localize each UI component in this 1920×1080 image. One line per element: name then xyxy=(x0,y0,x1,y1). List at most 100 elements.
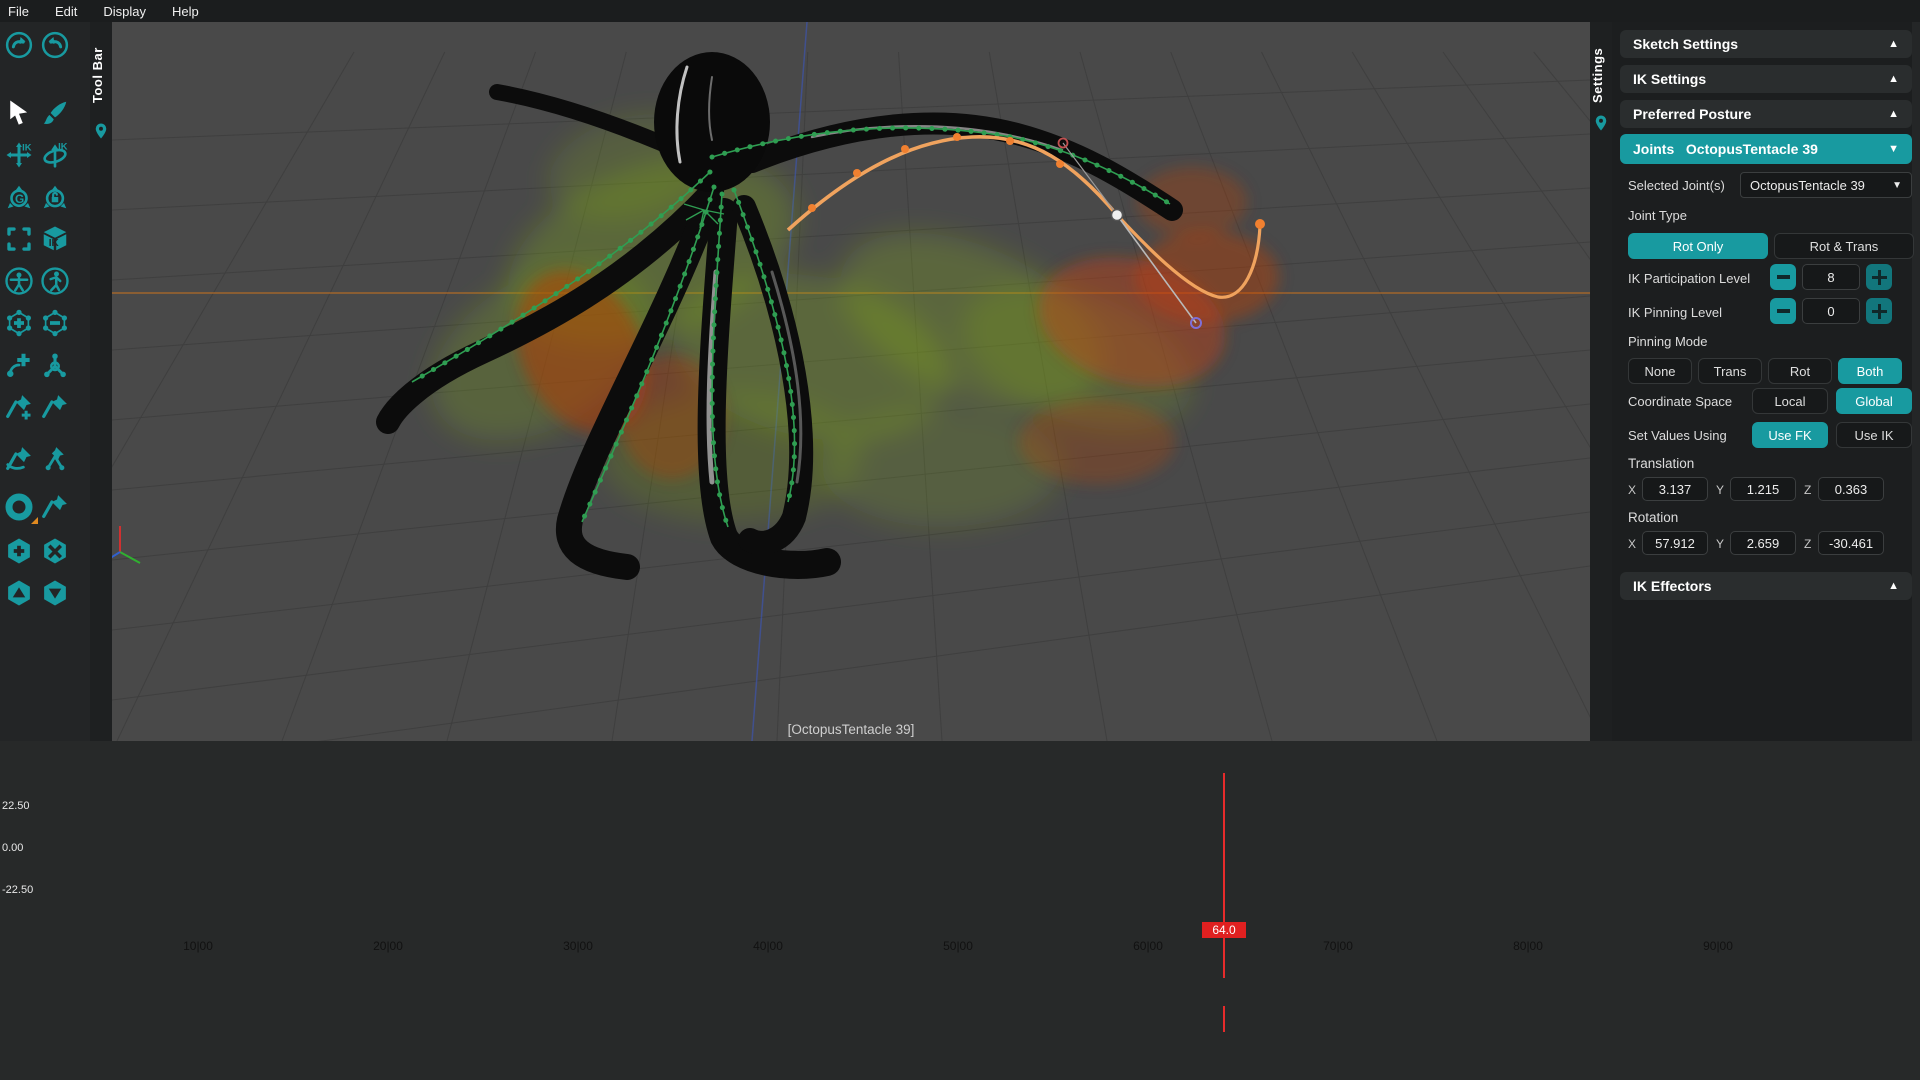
rotation-y-field[interactable]: 2.659 xyxy=(1730,531,1796,555)
playhead-line[interactable] xyxy=(1223,773,1225,978)
chain-add-icon xyxy=(4,308,34,338)
flyout-arrow-icon xyxy=(31,517,38,524)
pinning-mode-both[interactable]: Both xyxy=(1838,358,1902,384)
pinning-mode-label: Pinning Mode xyxy=(1628,334,1708,349)
tool-frame-select-button[interactable] xyxy=(2,222,36,256)
curve-y-tick-label: 0.00 xyxy=(2,842,23,854)
tool-pin-button[interactable] xyxy=(38,390,72,424)
tool-pin-sweep-button[interactable] xyxy=(2,442,36,476)
rotation-axis-y: Y xyxy=(1716,537,1724,551)
settings-tab-strip[interactable]: Settings xyxy=(1590,22,1612,741)
lock-ref-icon xyxy=(40,182,70,212)
tool-ik-rotate-button[interactable]: IK xyxy=(38,138,72,172)
select-cursor-icon xyxy=(4,98,34,128)
menu-item-help[interactable]: Help xyxy=(172,4,199,19)
translation-axis-y: Y xyxy=(1716,483,1724,497)
tool-select-cursor-button[interactable] xyxy=(2,96,36,130)
translation-z-field[interactable]: 0.363 xyxy=(1818,477,1884,501)
tool-hex-down-button[interactable] xyxy=(38,576,72,610)
tool-redo-button[interactable] xyxy=(38,28,72,62)
pinning-mode-trans[interactable]: Trans xyxy=(1698,358,1762,384)
tool-pin-joint-button[interactable] xyxy=(38,442,72,476)
panel-scrollbar[interactable] xyxy=(1912,22,1920,741)
tool-ik-cube-button[interactable]: IK xyxy=(38,222,72,256)
rotation-label: Rotation xyxy=(1628,510,1678,525)
tool-chain-add-button[interactable] xyxy=(2,306,36,340)
ik-participation-plus-button[interactable] xyxy=(1866,264,1892,290)
pin-joint-icon xyxy=(40,444,70,474)
tool-brush-button[interactable] xyxy=(38,96,72,130)
tool-lock-ref-button[interactable] xyxy=(38,180,72,214)
ik-effector-handle[interactable] xyxy=(1112,210,1123,221)
pin-icon xyxy=(40,392,70,422)
coordinate-space-local[interactable]: Local xyxy=(1752,388,1828,414)
collapse-icon[interactable]: ▲ xyxy=(1888,108,1899,120)
translation-y-field[interactable]: 1.215 xyxy=(1730,477,1796,501)
ik-pinning-value[interactable]: 0 xyxy=(1802,298,1860,324)
rotation-axis-z: Z xyxy=(1804,537,1811,551)
section-ik-settings[interactable]: IK Settings ▲ xyxy=(1620,65,1912,93)
tool-pin-add-button[interactable] xyxy=(2,390,36,424)
viewport-scene[interactable] xyxy=(112,22,1590,741)
coordinate-space-global[interactable]: Global xyxy=(1836,388,1912,414)
joint-type-rot-only[interactable]: Rot Only xyxy=(1628,233,1768,259)
settings-panel: Sketch Settings ▲ IK Settings ▲ Preferre… xyxy=(1612,22,1920,741)
svg-text:IK: IK xyxy=(49,238,60,249)
tool-undo-button[interactable] xyxy=(2,28,36,62)
toolbar-tab-label: Tool Bar xyxy=(90,30,112,120)
rotation-x-field[interactable]: 57.912 xyxy=(1642,531,1708,555)
collapse-icon[interactable]: ▲ xyxy=(1888,73,1899,85)
tool-character-tpose-button[interactable] xyxy=(2,264,36,298)
selected-joint-label: Selected Joint(s) xyxy=(1628,178,1725,193)
joint-type-rot-trans[interactable]: Rot & Trans xyxy=(1774,233,1914,259)
tool-joint-y-button[interactable] xyxy=(38,348,72,382)
toolbar-tab-strip[interactable]: Tool Bar xyxy=(90,22,112,741)
tool-ring-select-button[interactable] xyxy=(2,490,36,524)
menu-item-edit[interactable]: Edit xyxy=(55,4,77,19)
tool-character-pose-button[interactable] xyxy=(38,264,72,298)
ik-participation-minus-button[interactable] xyxy=(1770,264,1796,290)
section-sketch-settings[interactable]: Sketch Settings ▲ xyxy=(1620,30,1912,58)
pinning-mode-none[interactable]: None xyxy=(1628,358,1692,384)
collapse-icon[interactable]: ▲ xyxy=(1888,580,1899,592)
tool-ik-translate-button[interactable]: IK xyxy=(2,138,36,172)
viewport-3d[interactable]: [OctopusTentacle 39] xyxy=(112,22,1590,741)
hex-down-icon xyxy=(40,578,70,608)
tool-hex-up-button[interactable] xyxy=(2,576,36,610)
tool-pin-alt-button[interactable] xyxy=(38,490,72,524)
ik-participation-value[interactable]: 8 xyxy=(1802,264,1860,290)
pinning-mode-rot[interactable]: Rot xyxy=(1768,358,1832,384)
rotation-z-field[interactable]: -30.461 xyxy=(1818,531,1884,555)
section-preferred-posture[interactable]: Preferred Posture ▲ xyxy=(1620,100,1912,128)
playhead-label[interactable]: 64.0 xyxy=(1202,922,1246,938)
tool-chain-remove-button[interactable] xyxy=(38,306,72,340)
node-add-icon xyxy=(4,350,34,380)
hex-delete-icon xyxy=(40,536,70,566)
tool-node-add-button[interactable] xyxy=(2,348,36,382)
ik-pinning-minus-button[interactable] xyxy=(1770,298,1796,324)
joint-type-label: Joint Type xyxy=(1628,208,1687,223)
ik-pinning-plus-button[interactable] xyxy=(1866,298,1892,324)
location-pin-icon xyxy=(92,122,110,140)
translation-axis-z: Z xyxy=(1804,483,1811,497)
section-ik-effectors[interactable]: IK Effectors ▲ xyxy=(1620,572,1912,600)
timeline-frame-label: 40|00 xyxy=(740,939,796,953)
tool-hex-delete-button[interactable] xyxy=(38,534,72,568)
expand-icon[interactable]: ▼ xyxy=(1888,143,1899,155)
collapse-icon[interactable]: ▲ xyxy=(1888,38,1899,50)
timeline-frame-label: 10|00 xyxy=(170,939,226,953)
timeline-frame-label: 90|00 xyxy=(1690,939,1746,953)
translation-x-field[interactable]: 3.137 xyxy=(1642,477,1708,501)
menu-item-display[interactable]: Display xyxy=(103,4,146,19)
tool-hex-add-button[interactable] xyxy=(2,534,36,568)
menu-bar: File Edit Display Help xyxy=(0,0,1920,22)
ik-rotate-icon: IK xyxy=(40,140,70,170)
set-values-use-fk[interactable]: Use FK xyxy=(1752,422,1828,448)
ik-pinning-label: IK Pinning Level xyxy=(1628,305,1722,320)
selected-joint-dropdown[interactable]: OctopusTentacle 39 ▼ xyxy=(1740,172,1912,198)
set-values-use-ik[interactable]: Use IK xyxy=(1836,422,1912,448)
section-joints-header[interactable]: Joints OctopusTentacle 39 ▼ xyxy=(1620,134,1912,164)
tool-global-ref-button[interactable]: G xyxy=(2,180,36,214)
application-window: FileEditDisplayHelp IKIKGIK Tool Bar xyxy=(0,0,1920,1080)
menu-item-file[interactable]: File xyxy=(8,4,29,19)
